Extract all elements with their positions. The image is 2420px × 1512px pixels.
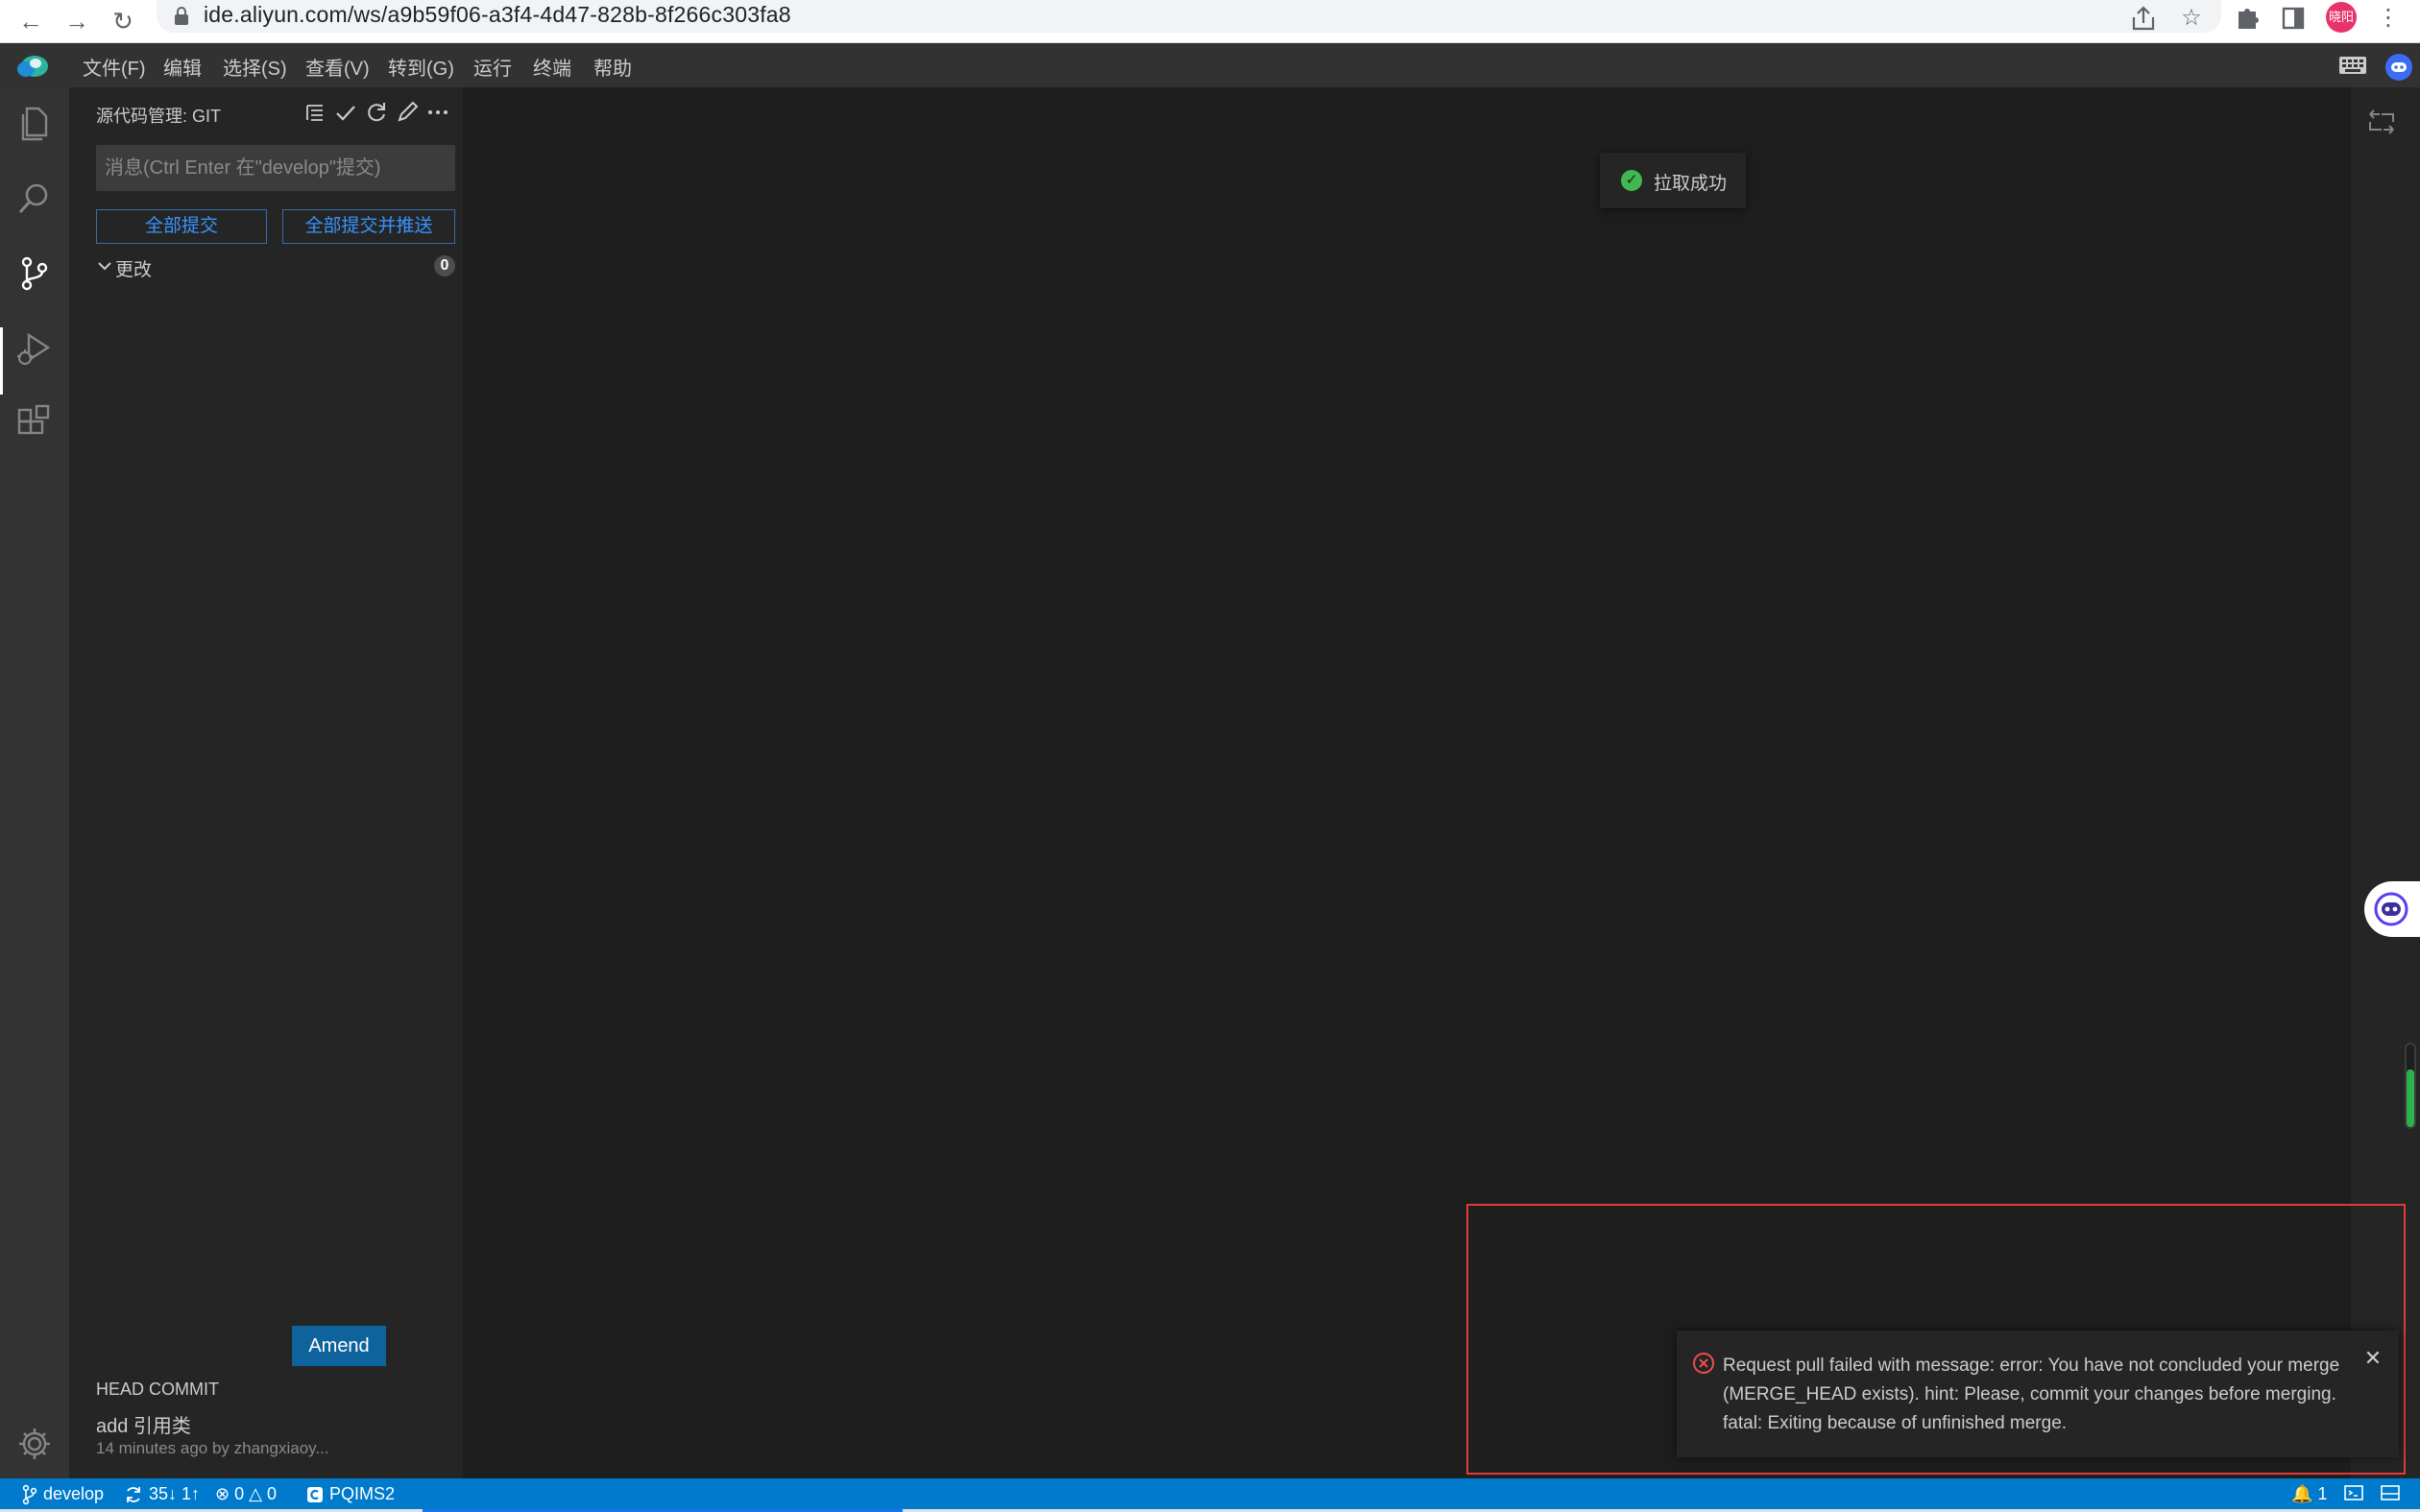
branch-status[interactable]: develop — [21, 1482, 104, 1505]
assistant-avatar-icon[interactable] — [2384, 52, 2414, 81]
progress-fill — [2407, 1068, 2414, 1127]
star-icon[interactable]: ☆ — [2175, 2, 2208, 35]
more-actions-icon[interactable] — [424, 99, 451, 126]
menu-view[interactable]: 查看(V) — [305, 53, 370, 81]
scm-title: 源代码管理: GIT — [96, 107, 221, 126]
ai-assistant-bubble[interactable] — [2364, 881, 2420, 937]
notifications-status[interactable]: 🔔 1 — [2291, 1482, 2327, 1505]
lock-icon[interactable] — [173, 7, 192, 26]
url-text[interactable]: ide.aliyun.com/ws/a9b59f06-a3f4-4d47-828… — [204, 2, 791, 28]
notifications-count: 1 — [2317, 1484, 2328, 1503]
reload-icon[interactable]: ↻ — [106, 4, 140, 38]
success-check-icon: ✓ — [1621, 170, 1642, 191]
warning-count: 0 — [267, 1484, 278, 1503]
scm-sidebar: 源代码管理: GIT 全部提交 全部提交并推送 更改 0 HEAD COMMIT… — [69, 87, 463, 1478]
error-notification: Request pull failed with message: error:… — [1677, 1331, 2399, 1457]
forward-icon[interactable]: → — [60, 4, 94, 38]
cloud-ide-logo-icon — [15, 51, 50, 80]
bell-icon: 🔔 — [2291, 1484, 2313, 1503]
project-status[interactable]: PQIMS2 — [305, 1482, 395, 1505]
menu-selection[interactable]: 选择(S) — [223, 53, 287, 81]
project-name: PQIMS2 — [329, 1484, 396, 1503]
sync-counts: 35↓ 1↑ — [149, 1484, 201, 1503]
terminal-icon[interactable] — [2343, 1482, 2364, 1505]
menu-help[interactable]: 帮助 — [593, 53, 632, 81]
changes-count-badge: 0 — [434, 255, 455, 276]
search-icon[interactable] — [13, 178, 56, 220]
commit-and-push-button[interactable]: 全部提交并推送 — [282, 209, 455, 244]
active-view-marker — [0, 327, 3, 395]
git-branch-icon — [21, 1484, 38, 1505]
head-commit-message: add 引用类 — [96, 1416, 191, 1437]
run-debug-icon[interactable] — [13, 327, 56, 370]
sidepanel-icon[interactable] — [2279, 2, 2311, 35]
branch-name: develop — [43, 1484, 105, 1503]
profile-avatar[interactable]: 晓阳 — [2326, 2, 2357, 33]
menu-goto[interactable]: 转到(G) — [388, 53, 454, 81]
sync-status[interactable]: 35↓ 1↑ — [123, 1482, 200, 1505]
head-commit-title: HEAD COMMIT — [96, 1380, 219, 1399]
app-menubar: 文件(F) 编辑 选择(S) 查看(V) 转到(G) 运行 终端 帮助 — [0, 43, 2420, 87]
progress-indicator — [2405, 1043, 2416, 1129]
status-bar: develop 35↓ 1↑ ⊗ 0 △ 0 PQIMS2 🔔 1 — [0, 1478, 2420, 1509]
settings-gear-icon[interactable] — [13, 1423, 56, 1465]
project-icon — [305, 1485, 325, 1504]
amend-button[interactable]: Amend — [292, 1326, 386, 1366]
error-count: 0 — [234, 1484, 245, 1503]
browser-toolbar: ← → ↻ ide.aliyun.com/ws/a9b59f06-a3f4-4d… — [0, 0, 2420, 43]
activity-bar — [0, 87, 69, 1478]
problems-status[interactable]: ⊗ 0 △ 0 — [215, 1482, 277, 1505]
pull-success-toast: ✓ 拉取成功 — [1600, 153, 1746, 208]
keyboard-icon[interactable] — [2337, 52, 2368, 79]
source-control-icon[interactable] — [13, 252, 56, 295]
more-vert-icon[interactable]: ⋮ — [2372, 2, 2405, 35]
extensions-icon[interactable] — [13, 402, 56, 444]
panel-layout-icon[interactable] — [2364, 105, 2399, 139]
menu-run[interactable]: 运行 — [473, 53, 512, 81]
edit-pencil-icon[interactable] — [394, 99, 421, 126]
menu-terminal[interactable]: 终端 — [533, 53, 571, 81]
error-circle-icon: ⊗ — [215, 1484, 230, 1503]
close-icon[interactable]: ✕ — [2360, 1346, 2385, 1371]
changes-label: 更改 — [115, 260, 153, 280]
commit-all-button[interactable]: 全部提交 — [96, 209, 267, 244]
layout-panel-icon[interactable] — [2380, 1482, 2401, 1505]
refresh-icon[interactable] — [363, 99, 390, 126]
commit-check-icon[interactable] — [332, 99, 359, 126]
back-icon[interactable]: ← — [13, 4, 48, 38]
menu-edit[interactable]: 编辑 — [163, 53, 202, 81]
toast-text: 拉取成功 — [1654, 174, 1728, 194]
share-icon[interactable] — [2129, 2, 2162, 35]
view-as-tree-icon[interactable] — [302, 99, 328, 126]
menu-file[interactable]: 文件(F) — [83, 53, 146, 81]
error-icon — [1692, 1352, 1715, 1375]
error-message: Request pull failed with message: error:… — [1723, 1356, 2340, 1433]
commit-message-input[interactable] — [96, 145, 455, 191]
warning-icon: △ — [249, 1484, 262, 1503]
changes-section-header[interactable]: 更改 0 — [96, 252, 455, 281]
explorer-icon[interactable] — [13, 103, 56, 145]
sync-icon — [123, 1484, 144, 1505]
extensions-icon[interactable] — [2233, 2, 2265, 35]
head-commit-meta: 14 minutes ago by zhangxiaoy... — [96, 1439, 329, 1457]
chevron-down-icon[interactable] — [96, 254, 113, 277]
